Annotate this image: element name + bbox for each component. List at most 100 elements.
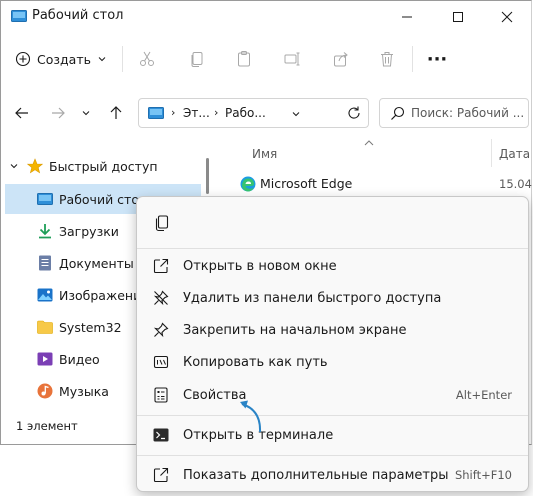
command-bar: Создать ··· [1, 40, 531, 82]
toolbar-divider [122, 46, 123, 72]
cut-icon [140, 51, 154, 66]
sidebar-item-quick-access[interactable]: Быстрый доступ [5, 151, 201, 181]
paste-button[interactable] [234, 49, 254, 69]
menu-item-label: Свойства [183, 387, 247, 403]
column-header-name[interactable]: Имя [252, 147, 277, 161]
search-icon [391, 106, 405, 120]
rename-button[interactable] [282, 49, 302, 69]
file-date: 15.04 [499, 177, 532, 191]
terminal-icon [151, 425, 171, 445]
maximize-icon [453, 11, 463, 22]
sidebar-item-label: Быстрый доступ [49, 158, 158, 174]
file-name: Microsoft Edge [260, 176, 353, 191]
share-icon [334, 52, 348, 67]
download-icon [37, 223, 53, 239]
documents-icon [37, 255, 53, 271]
chevron-down-icon[interactable] [9, 161, 19, 171]
menu-item-label: Копировать как путь [183, 354, 328, 370]
copy-icon [191, 52, 203, 67]
delete-button[interactable] [377, 49, 397, 69]
window-title: Рабочий стол [32, 8, 124, 23]
breadcrumb-item[interactable]: Рабо... [225, 106, 266, 120]
cut-button[interactable] [137, 49, 157, 69]
chevron-down-icon [98, 57, 106, 62]
sort-up-icon [364, 140, 374, 146]
star-icon [27, 158, 43, 174]
menu-item-shortcut: Alt+Enter [455, 388, 512, 402]
edge-icon [240, 176, 256, 192]
desktop-icon [11, 10, 27, 22]
menu-divider [137, 455, 528, 456]
menu-item-pin-start[interactable]: Закрепить на начальном экране [141, 315, 524, 345]
maximize-button[interactable] [438, 1, 478, 32]
forward-button[interactable] [47, 100, 69, 126]
menu-item-show-more-options[interactable]: Показать дополнительные параметры Shift+… [141, 460, 524, 490]
menu-item-unpin-quick-access[interactable]: Удалить из панели быстрого доступа [141, 283, 524, 313]
breadcrumb-separator-icon: › [214, 106, 219, 119]
sidebar-item-label: Музыка [59, 383, 109, 399]
refresh-icon[interactable] [346, 105, 362, 121]
menu-divider [137, 248, 528, 249]
unpin-icon [151, 288, 171, 308]
up-arrow-icon [110, 106, 122, 119]
pictures-icon [37, 287, 53, 303]
chevron-down-icon [82, 111, 90, 116]
breadcrumb-item[interactable]: Эт... [183, 106, 210, 120]
back-arrow-icon [15, 107, 28, 119]
file-row[interactable]: Microsoft Edge 15.04 [237, 173, 532, 195]
title-bar: Рабочий стол [1, 1, 531, 32]
back-button[interactable] [11, 100, 33, 126]
chevron-down-icon[interactable] [291, 109, 301, 119]
menu-item-properties[interactable]: Свойства Alt+Enter [141, 380, 524, 410]
sidebar-item-label: Видео [59, 351, 100, 367]
forward-arrow-icon [52, 107, 65, 119]
sidebar-scrollbar[interactable] [206, 158, 209, 194]
paste-icon [238, 51, 250, 67]
navigation-bar: › Эт... › Рабо... Поиск: Рабочий ... [1, 94, 531, 134]
share-button[interactable] [331, 49, 351, 69]
minimize-button[interactable] [387, 1, 427, 32]
menu-item-open-terminal[interactable]: Открыть в терминале [141, 420, 524, 450]
sidebar-item-label: Загрузки [59, 223, 119, 239]
status-item-count: 1 элемент [16, 419, 78, 433]
show-more-options-icon [151, 465, 171, 485]
more-button[interactable]: ··· [426, 48, 448, 70]
minimize-icon [402, 16, 412, 17]
column-divider[interactable] [491, 139, 492, 167]
menu-divider [137, 415, 528, 416]
recent-locations-button[interactable] [75, 100, 97, 126]
menu-item-copy-path[interactable]: Копировать как путь [141, 347, 524, 377]
videos-icon [37, 351, 53, 367]
menu-item-label: Открыть в терминале [183, 427, 334, 443]
search-box[interactable]: Поиск: Рабочий ... [379, 98, 529, 128]
toolbar-divider [412, 46, 413, 72]
sidebar-item-label: System32 [59, 319, 122, 335]
copy-icon [155, 215, 169, 232]
more-icon: ··· [426, 48, 448, 70]
create-button[interactable]: Создать [15, 44, 107, 74]
add-icon [15, 51, 31, 67]
delete-icon [381, 52, 393, 67]
address-bar[interactable]: › Эт... › Рабо... [138, 98, 369, 128]
pin-icon [151, 320, 171, 340]
up-button[interactable] [105, 100, 127, 126]
breadcrumb-separator-icon: › [171, 106, 176, 119]
open-new-window-icon [151, 256, 171, 276]
menu-item-label: Закрепить на начальном экране [183, 322, 407, 338]
folder-icon [37, 319, 53, 335]
desktop-icon [37, 191, 53, 207]
menu-item-label: Удалить из панели быстрого доступа [183, 290, 442, 306]
copy-path-icon [151, 352, 171, 372]
search-input[interactable]: Поиск: Рабочий ... [411, 106, 524, 120]
close-icon [501, 11, 513, 22]
sidebar-item-label: Рабочий стол [59, 191, 147, 207]
sidebar-item-label: Документы [59, 255, 134, 271]
desktop-icon [148, 107, 164, 119]
copy-quick-action[interactable] [151, 212, 173, 234]
column-header-date[interactable]: Дата [499, 147, 530, 161]
rename-icon [284, 52, 300, 66]
properties-icon [151, 385, 171, 405]
menu-item-open-new-window[interactable]: Открыть в новом окне [141, 251, 524, 281]
close-button[interactable] [487, 1, 527, 32]
copy-button[interactable] [187, 49, 207, 69]
